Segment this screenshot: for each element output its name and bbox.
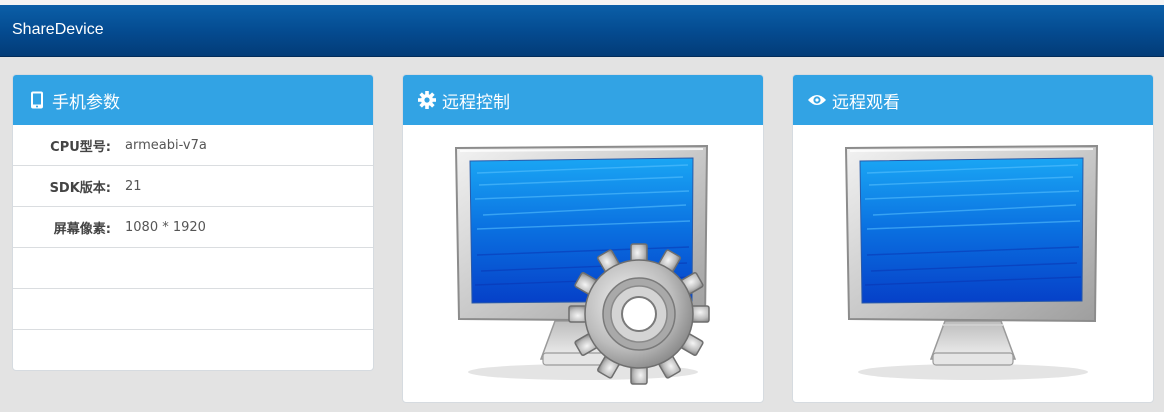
param-row-cpu: CPU型号: armeabi-v7a xyxy=(13,125,373,165)
navbar: ShareDevice xyxy=(0,5,1164,57)
param-row-sdk: SDK版本: 21 xyxy=(13,165,373,206)
param-value: armeabi-v7a xyxy=(125,137,207,153)
remote-view-heading: 远程观看 xyxy=(793,75,1153,125)
device-params-heading: 手机参数 xyxy=(13,75,373,125)
param-value: 21 xyxy=(125,178,142,194)
remote-view-panel: 远程观看 xyxy=(792,74,1154,403)
remote-view-monitor-image[interactable] xyxy=(793,125,1153,400)
param-label: 屏幕像素: xyxy=(53,221,111,237)
mobile-phone-icon xyxy=(27,90,47,110)
device-params-title: 手机参数 xyxy=(52,92,120,113)
device-params-list: CPU型号: armeabi-v7a SDK版本: 21 屏幕像素: 1080 … xyxy=(13,125,373,370)
param-value: 1080 * 1920 xyxy=(125,219,206,235)
gear-icon xyxy=(417,90,437,110)
param-label: SDK版本: xyxy=(49,180,111,196)
param-row-resolution: 屏幕像素: 1080 * 1920 xyxy=(13,206,373,247)
remote-view-title: 远程观看 xyxy=(832,92,900,113)
param-row-empty xyxy=(13,329,373,370)
remote-control-monitor-image[interactable] xyxy=(403,125,763,400)
eye-icon xyxy=(807,90,827,110)
remote-control-heading: 远程控制 xyxy=(403,75,763,125)
remote-control-panel: 远程控制 xyxy=(402,74,764,403)
device-params-panel: 手机参数 CPU型号: armeabi-v7a SDK版本: 21 屏幕像素: … xyxy=(12,74,374,371)
brand-link[interactable]: ShareDevice xyxy=(12,19,104,41)
param-row-empty xyxy=(13,288,373,329)
param-row-empty xyxy=(13,247,373,288)
param-label: CPU型号: xyxy=(50,139,111,155)
remote-control-title: 远程控制 xyxy=(442,92,510,113)
